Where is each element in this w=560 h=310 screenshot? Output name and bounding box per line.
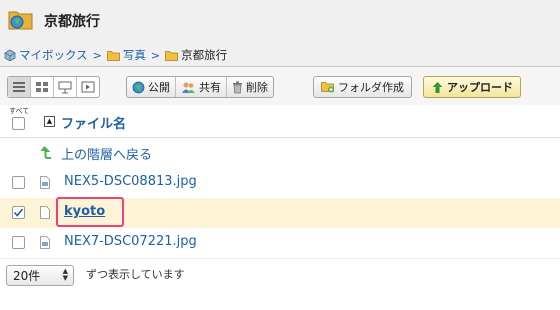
sort-indicator: ▲ — [46, 117, 53, 125]
grid-view-icon — [36, 82, 48, 92]
folder-globe-icon — [8, 11, 33, 30]
new-folder-button[interactable]: フォルダ作成 — [313, 76, 412, 98]
page-title: 京都旅行 — [44, 14, 100, 30]
toolbar: 公開 共有 削除 フォルダ作成 アップロード — [0, 66, 560, 106]
select-arrows-icon: ▲ ▼ — [62, 267, 68, 282]
grid-view-button[interactable] — [31, 77, 54, 97]
breadcrumb-separator: > — [150, 48, 161, 62]
upload-button[interactable]: アップロード — [423, 76, 521, 98]
select-all-checkbox[interactable] — [12, 117, 25, 130]
image-file-icon — [40, 236, 50, 249]
checkmark-icon — [13, 208, 24, 217]
public-button-label: 公開 — [148, 81, 170, 94]
parent-folder-link[interactable]: 上の階層へ戻る — [61, 144, 152, 163]
per-page-value: 20件 — [13, 269, 41, 283]
new-folder-button-label: フォルダ作成 — [338, 81, 404, 94]
column-header-filename[interactable]: ファイル名 — [61, 113, 126, 132]
breadcrumb-label[interactable]: 写真 — [123, 47, 146, 63]
list-view-icon — [13, 82, 25, 92]
breadcrumb-label[interactable]: マイボックス — [19, 47, 88, 63]
view-mode-group — [7, 76, 100, 98]
presentation-icon — [58, 81, 72, 93]
delete-button-label: 削除 — [246, 81, 268, 94]
per-page-text: ずつ表示しています — [86, 268, 185, 281]
globe-icon — [132, 81, 145, 93]
breadcrumb-mybox[interactable]: マイボックス — [4, 47, 88, 63]
list-footer — [0, 259, 560, 309]
action-button-group: 公開 共有 削除 — [126, 76, 274, 98]
public-button[interactable]: 公開 — [127, 77, 176, 97]
list-view-button[interactable] — [8, 77, 31, 97]
trash-icon — [233, 81, 242, 93]
table-row[interactable]: NEX7-DSC07221.jpg — [0, 228, 560, 259]
breadcrumb-separator: > — [92, 48, 102, 62]
upload-button-label: アップロード — [447, 81, 513, 94]
breadcrumb-current-label: 京都旅行 — [181, 48, 228, 62]
file-name-link[interactable]: NEX5-DSC08813.jpg — [64, 174, 197, 189]
up-arrow-icon — [40, 146, 51, 159]
share-button[interactable]: 共有 — [176, 77, 227, 97]
image-file-icon — [40, 176, 50, 189]
box-icon — [4, 49, 16, 61]
delete-button[interactable]: 削除 — [227, 77, 273, 97]
select-all-label: すべて — [9, 107, 30, 115]
presentation-view-button[interactable] — [54, 77, 77, 97]
parent-folder-row[interactable]: 上の階層へ戻る — [0, 138, 560, 169]
row-checkbox-checked[interactable] — [12, 206, 25, 219]
breadcrumb-photos[interactable]: 写真 — [106, 47, 146, 63]
breadcrumb: マイボックス > 写真 > 京都旅行 — [4, 46, 227, 64]
folder-add-icon — [321, 82, 334, 93]
play-icon — [81, 81, 95, 93]
folder-icon — [106, 50, 120, 61]
row-checkbox[interactable] — [12, 176, 25, 189]
table-row[interactable]: NEX5-DSC08813.jpg — [0, 168, 560, 199]
folder-icon — [165, 50, 178, 61]
upload-arrow-icon — [432, 81, 443, 93]
document-icon — [40, 206, 50, 219]
file-name-link[interactable]: NEX7-DSC07221.jpg — [64, 234, 197, 249]
row-checkbox[interactable] — [12, 236, 25, 249]
per-page-select[interactable]: 20件 ▲ ▼ — [6, 265, 74, 286]
breadcrumb-current: 京都旅行 — [165, 47, 227, 63]
highlight-box — [56, 197, 124, 227]
sort-toggle[interactable]: ▲ — [44, 116, 55, 127]
users-icon — [182, 82, 195, 93]
page-header: 京都旅行 — [0, 0, 560, 40]
slideshow-view-button[interactable] — [77, 77, 99, 97]
share-button-label: 共有 — [199, 81, 221, 94]
